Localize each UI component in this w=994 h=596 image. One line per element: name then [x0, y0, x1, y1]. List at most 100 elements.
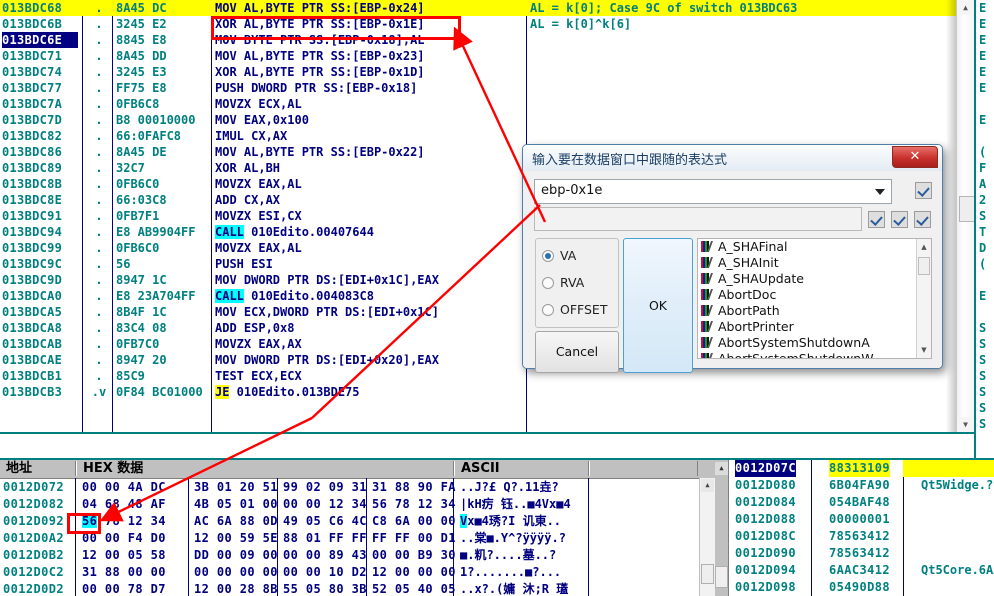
disasm-instruction: MOVZX EAX,AX: [215, 337, 302, 351]
hex-scrollbar-thumb[interactable]: [701, 564, 714, 584]
annotation-box-instruction: [211, 16, 461, 40]
hex-row[interactable]: 0012D072 00 00 4A DC 3B 01 20 51 99 02 09 3…: [0, 479, 715, 496]
api-list-item[interactable]: AbortPrinter: [698, 319, 931, 335]
panel-gap-right: [974, 434, 994, 458]
api-scroll-up-icon[interactable]: ▲: [918, 241, 930, 253]
hex-dump-panel[interactable]: 地址 HEX 数据 ASCII 0012D072 00 00 4A DC 3B 01…: [0, 458, 715, 596]
hex-vertical-scrollbar[interactable]: ▲: [699, 478, 715, 596]
disasm-opcode-bytes: 0F84 BC01000: [116, 385, 203, 399]
option-checkbox-1[interactable]: [868, 211, 885, 228]
api-list-item[interactable]: AbortSystemShutdownA: [698, 335, 931, 351]
disasm-address: 013BDC6E: [2, 32, 78, 48]
stack-row[interactable]: 0012D090 78563412: [731, 545, 994, 562]
disasm-opcode-bytes: 8947 20: [116, 353, 167, 367]
disassembly-row[interactable]: 013BDCB3 .v 0F84 BC01000 JE 010Edito.013BDE…: [0, 384, 974, 400]
option-checkbox-3[interactable]: [914, 211, 931, 228]
api-symbol-list[interactable]: A_SHAFinal A_SHAInit A_SHAUpdate AbortDoc Ab…: [697, 238, 932, 359]
register-row: T: [979, 225, 987, 239]
register-row: S: [979, 209, 987, 223]
option-checkbox-2[interactable]: [891, 211, 908, 228]
stack-address: 0012D094: [735, 563, 796, 577]
hex-dump-rows: 0012D072 00 00 4A DC 3B 01 20 51 99 02 09 3…: [0, 479, 715, 596]
disasm-address: 013BDC94: [2, 225, 63, 239]
stack-vertical-scrollbar[interactable]: ▲: [715, 460, 729, 596]
stack-panel[interactable]: ▲ 0012D07C 88313109 0012D080 6B04FA90 Qt5Wid…: [715, 458, 994, 596]
api-list-item[interactable]: AbortPath: [698, 303, 931, 319]
disassembly-row[interactable]: 013BDCB1. 85C9 TEST ECX,ECX: [0, 368, 974, 384]
disassembly-row[interactable]: 013BDC6E. 8845 E8 MOV BYTE PTR SS:[EBP-0x1…: [0, 32, 974, 48]
api-list-scrollbar[interactable]: ▲ ▼: [916, 239, 931, 358]
register-row: [976, 128, 994, 144]
hex-row[interactable]: 0012D0D2 00 00 78 D7 12 00 28 8B 55 05 80 3…: [0, 581, 715, 596]
api-list-item[interactable]: A_SHAUpdate: [698, 271, 931, 287]
api-list-item[interactable]: AbortSystemShutdownW: [698, 351, 931, 358]
expression-input[interactable]: ebp-0x1e: [534, 179, 892, 204]
debugger-window: 013BDC68. 8A45 DC MOV AL,BYTE PTR SS:[EBP-…: [0, 0, 994, 596]
stack-row[interactable]: 0012D07C 88313109: [731, 460, 994, 477]
disassembly-row[interactable]: 013BDC7D. B8 00010000 MOV EAX,0x100: [0, 112, 974, 128]
hex-row[interactable]: 0012D092 56 78 12 34 AC 6A 88 0D 49 05 C6 4…: [0, 513, 715, 530]
chevron-down-icon[interactable]: [875, 189, 885, 195]
api-scroll-down-icon[interactable]: ▼: [918, 344, 930, 356]
function-symbol-icon: [701, 273, 715, 284]
disasm-marker: .: [95, 1, 103, 15]
hex-row[interactable]: 0012D0C2 31 88 00 00 00 00 00 00 00 00 10 D…: [0, 564, 715, 581]
disassembly-row[interactable]: 013BDC82. 66:0FAFC8 IMUL CX,AX: [0, 128, 974, 144]
hex-scroll-up-icon[interactable]: ▲: [701, 479, 714, 492]
radio-va-indicator: [542, 250, 554, 262]
hex-byte-group: 31 88 90 FA: [372, 480, 456, 494]
disassembly-row[interactable]: 013BDC7A. 0FB6C8 MOVZX ECX,AL: [0, 96, 974, 112]
disasm-marker: .: [95, 145, 103, 159]
hex-byte-group: 49 05 C6 4C: [283, 514, 367, 528]
disasm-instruction: MOV DWORD PTR DS:[EDI+0x20],EAX: [215, 353, 439, 367]
disasm-instruction: MOVZX ECX,AL: [215, 97, 302, 111]
api-list-item[interactable]: A_SHAFinal: [698, 239, 931, 255]
scrollbar-thumb[interactable]: [959, 196, 975, 222]
disassembly-row[interactable]: 013BDC74. 3245 E3 XOR AL,BYTE PTR SS:[EBP-…: [0, 64, 974, 80]
api-scrollbar-thumb[interactable]: [918, 257, 930, 275]
scroll-down-icon[interactable]: ▼: [957, 417, 974, 432]
hex-row[interactable]: 0012D082 04 68 48 AF 4B 05 01 00 00 00 12 3…: [0, 496, 715, 513]
disassembly-row[interactable]: 013BDC71. 8A45 DD MOV AL,BYTE PTR SS:[EBP-…: [0, 48, 974, 64]
stack-row[interactable]: 0012D094 6AAC3412 Qt5Core.6AAC341: [731, 562, 994, 579]
disasm-opcode-bytes: 66:03C8: [116, 193, 167, 207]
stack-row[interactable]: 0012D098 05490D88: [731, 579, 994, 596]
stack-scroll-up-icon[interactable]: ▲: [715, 462, 728, 475]
hex-row[interactable]: 0012D0A2 00 00 F4 D0 12 00 59 5E 88 01 FF F…: [0, 530, 715, 547]
follow-expression-dialog[interactable]: 输入要在数据窗口中跟随的表达式 ✕ ebp-0x1e VA RVA OFFSET…: [522, 144, 943, 373]
hex-header-address: 地址: [6, 461, 33, 476]
ok-button[interactable]: OK: [623, 238, 693, 373]
disasm-address: 013BDC89: [2, 161, 63, 175]
register-row: S: [979, 385, 987, 399]
disasm-marker: .: [95, 65, 103, 79]
stack-comment: Qt5Widge.?textC: [921, 478, 994, 492]
stack-row[interactable]: 0012D08C 78563412: [731, 528, 994, 545]
stack-row[interactable]: 0012D080 6B04FA90 Qt5Widge.?textC: [731, 477, 994, 494]
disassembly-row[interactable]: 013BDC77. FF75 E8 PUSH DWORD PTR SS:[EBP-0…: [0, 80, 974, 96]
api-list-item[interactable]: A_SHAInit: [698, 255, 931, 271]
register-panel-clipped[interactable]: EEEEEEE(FA2STD(ESSSSSSSS: [974, 0, 994, 434]
disasm-instruction: MOVZX EAX,AL: [215, 241, 302, 255]
stack-scrollbar-thumb[interactable]: [715, 566, 728, 588]
hex-address: 0012D072: [3, 480, 64, 494]
register-row: E: [979, 81, 987, 95]
disasm-opcode-bytes: 8B4F 1C: [116, 305, 167, 319]
register-row: E: [979, 17, 987, 31]
scroll-up-icon[interactable]: ▲: [957, 0, 974, 15]
api-list-item[interactable]: AbortDoc: [698, 287, 931, 303]
stack-row[interactable]: 0012D088 00000001: [731, 511, 994, 528]
hex-byte-group: 12 00 28 8B: [194, 582, 278, 596]
secondary-input[interactable]: [534, 207, 862, 231]
cancel-button[interactable]: Cancel: [535, 331, 619, 373]
disasm-address: 013BDC7A: [2, 97, 63, 111]
disassembly-row[interactable]: 013BDC6B. 3245 E2 XOR AL,BYTE PTR SS:[EBP-…: [0, 16, 974, 32]
hex-ascii-selected: V: [460, 514, 468, 528]
disassembly-row[interactable]: 013BDC68. 8A45 DC MOV AL,BYTE PTR SS:[EBP-…: [0, 0, 974, 16]
hex-row[interactable]: 0012D0B2 12 00 05 58 DD 00 09 00 00 00 89 4…: [0, 547, 715, 564]
disasm-marker: .: [95, 273, 103, 287]
close-icon[interactable]: ✕: [892, 146, 938, 168]
stack-row[interactable]: 0012D084 054BAF48: [731, 494, 994, 511]
expression-checkbox[interactable]: [915, 182, 932, 199]
disasm-vertical-scrollbar[interactable]: ▲ ▼: [956, 0, 975, 432]
hex-byte-group: 4B 05 01 00: [194, 497, 278, 511]
